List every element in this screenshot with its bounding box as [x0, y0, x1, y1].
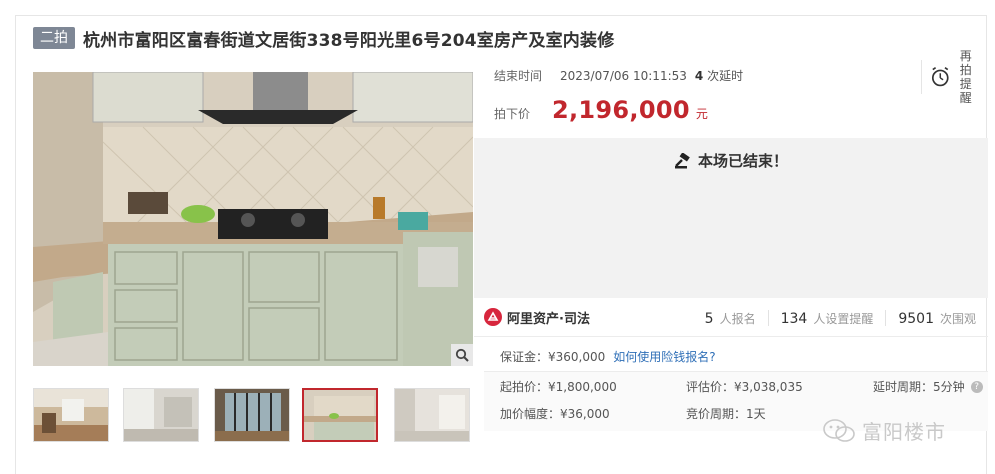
stat-reminders-label: 人设置提醒 [813, 311, 874, 326]
extension-count: 4 次延时 [695, 67, 743, 84]
platform-name: 阿里资产·司法 [507, 311, 590, 327]
auction-ended-box: 本场已结束！ [474, 138, 988, 298]
platform-logo[interactable]: 阿里资产·司法 [484, 308, 590, 327]
deposit-amount: 保证金：¥360,000 [500, 350, 606, 364]
page-title: 杭州市富阳区富春街道文居街338号阳光里6号204室房产及室内装修 [83, 30, 615, 51]
bid-period: 竞价周期：1天 [686, 407, 766, 421]
title-row: 二拍 杭州市富阳区富春街道文居街338号阳光里6号204室房产及室内装修 [33, 27, 615, 51]
remind-label-line2: 提醒 [959, 77, 972, 105]
remind-button[interactable]: 再拍 提醒 [921, 49, 977, 105]
extension-suffix: 次延时 [707, 69, 744, 83]
insurance-signup-link[interactable]: 如何使用险钱报名? [613, 348, 715, 365]
help-icon[interactable]: ? [970, 380, 983, 393]
price-unit: 元 [695, 107, 708, 121]
hammer-price: 2,196,000 [552, 96, 690, 124]
watermark-text: 富阳楼市 [862, 420, 946, 444]
auction-panel: 二拍 杭州市富阳区富春街道文居街338号阳光里6号204室房产及室内装修 结束时… [15, 15, 988, 474]
bid-increment: 加价幅度：¥36,000 [500, 407, 610, 421]
auction-ended-text: 本场已结束！ [697, 152, 788, 170]
remind-label: 再拍 提醒 [955, 49, 977, 105]
appraisal-price: 评估价：¥3,038,035 [686, 380, 803, 394]
thumbnail-4-active[interactable] [302, 388, 378, 442]
auction-ended-message: 本场已结束！ [474, 150, 988, 171]
thumbnail-1[interactable] [33, 388, 109, 442]
stat-views-value: 9501 [898, 310, 934, 327]
alarm-clock-icon [931, 66, 949, 87]
end-time-value: 2023/07/06 10:11:53 [560, 68, 687, 83]
zoom-button[interactable] [451, 344, 473, 366]
thumbnail-3[interactable] [214, 388, 290, 442]
stat-reminders: 134 人设置提醒 [767, 309, 886, 327]
stat-registered-value: 5 [704, 310, 714, 327]
auction-stats: 5 人报名 134 人设置提醒 9501 次围观 [693, 298, 988, 337]
deposit-row: 保证金：¥360,000 如何使用险钱报名? [500, 348, 716, 365]
ali-asset-logo-icon [484, 308, 502, 326]
extension-count-value: 4 [694, 69, 704, 83]
stat-registered: 5 人报名 [693, 310, 768, 327]
kitchen-photo [33, 72, 473, 366]
price-label: 拍下价 [494, 107, 531, 121]
thumbnail-strip [33, 388, 473, 444]
delay-period: 延时周期：5分钟 ? [873, 378, 983, 395]
end-time-label: 结束时间 [494, 69, 543, 83]
watermark: 富阳楼市 [822, 416, 946, 445]
main-photo[interactable] [33, 72, 473, 366]
price-row: 拍下价 2,196,000 元 [494, 96, 708, 124]
stat-registered-label: 人报名 [719, 311, 756, 326]
stat-views-label: 次围观 [939, 311, 976, 326]
start-price: 起拍价：¥1,800,000 [500, 380, 617, 394]
remind-label-line1: 再拍 [959, 49, 972, 77]
wechat-icon [823, 418, 855, 442]
thumbnail-5[interactable] [394, 388, 470, 442]
end-time-row: 结束时间 2023/07/06 10:11:53 4 次延时 [494, 67, 743, 84]
stat-reminders-value: 134 [780, 310, 808, 327]
magnifier-icon [455, 348, 469, 362]
stats-row: 阿里资产·司法 5 人报名 134 人设置提醒 9501 次围观 [474, 298, 988, 337]
thumbnail-2[interactable] [123, 388, 199, 442]
delay-period-text: 延时周期：5分钟 [873, 380, 965, 394]
gavel-icon [674, 152, 690, 168]
stat-views: 9501 次围观 [885, 309, 988, 327]
round-badge: 二拍 [33, 27, 75, 49]
